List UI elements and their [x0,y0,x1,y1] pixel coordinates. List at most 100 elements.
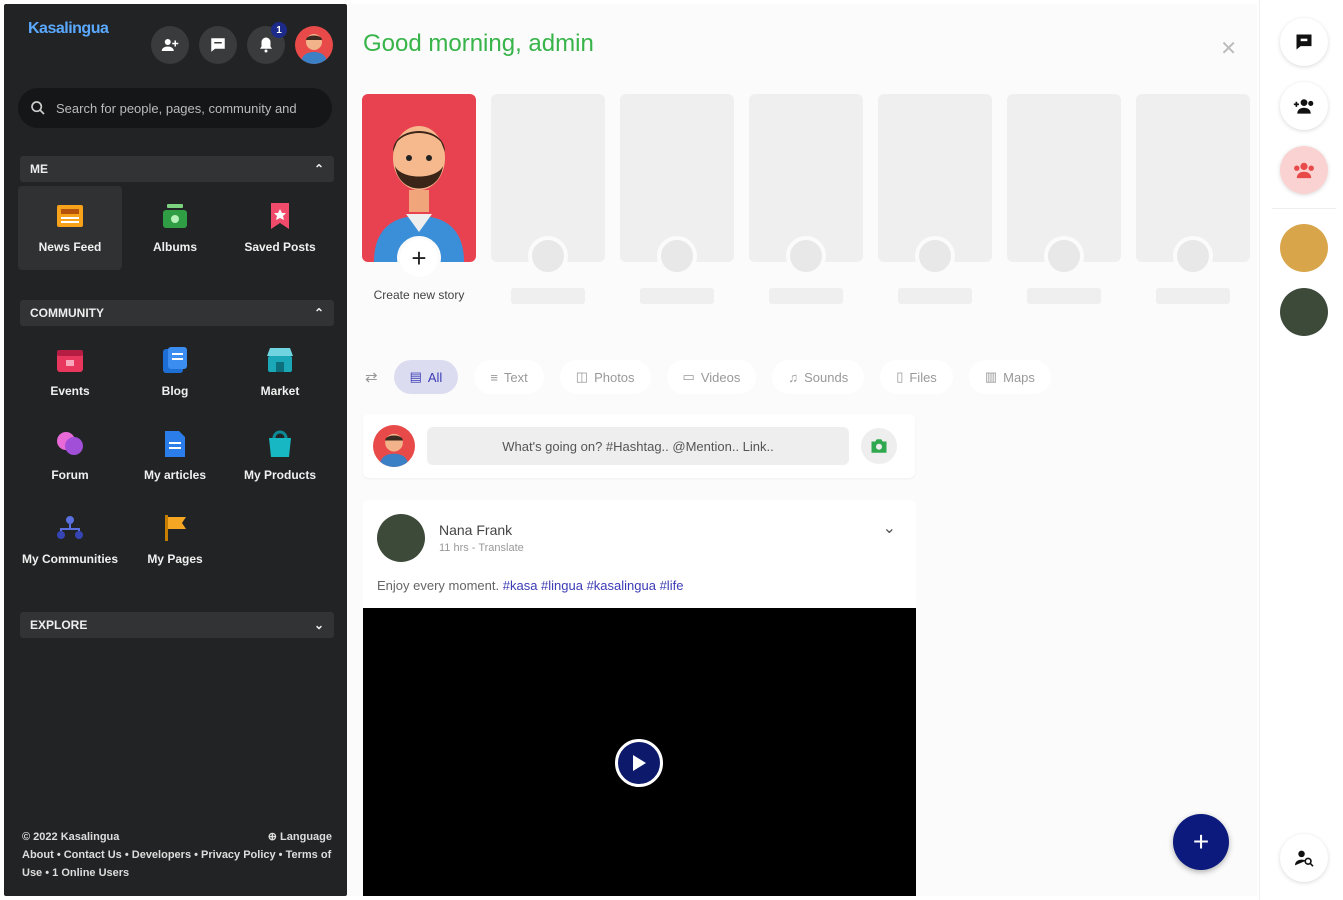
filter-files[interactable]: ▯ Files [880,360,953,394]
section-title-explore: EXPLORE [30,618,88,632]
nav-my-pages[interactable]: My Pages [123,498,227,582]
story-placeholder [878,94,992,304]
user-avatar[interactable] [295,26,333,64]
sidebar: Kasalingua 1 ME ⌃ News Feed Albums [4,4,347,896]
nav-news-feed[interactable]: News Feed [18,186,122,270]
avatar-man-icon [301,34,327,64]
filter-settings-icon[interactable]: ⇄ [365,368,378,386]
filter-maps[interactable]: ▥ Maps [968,360,1051,394]
rail-messages-button[interactable] [1280,18,1328,66]
nav-events[interactable]: Events [18,330,122,414]
messages-button[interactable] [199,26,237,64]
story-placeholder [1007,94,1121,304]
footer-links[interactable]: About • Contact Us • Developers • Privac… [22,846,332,882]
story-skeleton [1136,94,1250,276]
video-icon: ▭ [682,369,695,384]
nav-my-communities[interactable]: My Communities [18,498,122,582]
brand-logo[interactable]: Kasalingua [28,20,109,38]
search-input[interactable] [56,100,316,116]
rail-add-friend-button[interactable] [1280,82,1328,130]
add-photo-button[interactable] [861,428,897,464]
filter-text[interactable]: ≡ Text [474,360,544,394]
story-placeholder [1136,94,1250,304]
filter-all[interactable]: ▤ All [393,360,459,394]
filter-label: Photos [594,369,635,385]
composer-avatar [373,425,415,467]
filter-label: Sounds [804,369,849,385]
nav-my-articles[interactable]: My articles [123,414,227,498]
post-author-name[interactable]: Nana Frank [439,522,524,538]
notifications-button[interactable]: 1 [247,22,287,64]
filter-photos[interactable]: ◫ Photos [559,360,651,394]
hierarchy-icon [56,514,84,542]
chat-bubbles-icon [56,430,84,458]
chevron-up-icon: ⌃ [313,306,324,320]
nav-saved-posts[interactable]: Saved Posts [228,186,332,270]
contact-avatar[interactable] [1280,288,1328,336]
story-skeleton [491,94,605,276]
add-user-icon [161,39,179,51]
sidebar-footer: © 2022 Kasalingua ⊕ Language About • Con… [22,828,332,882]
search-icon [31,101,45,115]
post-body: Enjoy every moment. [377,578,500,593]
post-hashtags[interactable]: #kasa #lingua #kasalingua #life [503,578,684,593]
story-skeleton [1007,94,1121,276]
post-options-chevron-icon[interactable]: ⌄ [883,518,896,538]
create-story-card[interactable]: + [362,94,476,280]
filter-label: Text [503,369,528,385]
notification-badge: 1 [271,22,287,38]
contact-avatar[interactable] [1280,224,1328,272]
section-header-community[interactable]: COMMUNITY ⌃ [20,300,334,326]
rail-find-users-button[interactable] [1280,834,1328,882]
search-bar[interactable] [18,88,332,128]
rail-groups-button[interactable] [1280,146,1328,194]
create-story-label: Create new story [373,288,465,302]
text-icon: ≡ [490,369,498,385]
plus-icon: + [1192,826,1210,857]
nav-label: My articles [143,468,207,482]
message-icon [211,38,225,52]
create-post-fab[interactable]: + [1173,814,1229,870]
post-author-avatar[interactable] [377,514,425,562]
play-button[interactable] [615,739,663,787]
bookmark-icon [266,202,294,230]
nav-forum[interactable]: Forum [18,414,122,498]
nav-label: My Pages [147,552,203,566]
filter-videos[interactable]: ▭ Videos [666,360,757,394]
post-composer: What's going on? #Hashtag.. @Mention.. L… [363,414,915,478]
friend-requests-button[interactable] [151,26,189,64]
user-search-icon [1295,850,1314,867]
nav-my-products[interactable]: My Products [228,414,332,498]
close-icon[interactable]: ✕ [1220,36,1237,61]
nav-label: Albums [152,240,197,254]
document-icon: ▤ [409,369,422,384]
community-grid: Events Blog Market Forum My articles My … [18,330,332,582]
create-story[interactable]: + Create new story [362,94,476,304]
filter-sounds[interactable]: ♫ Sounds [772,360,865,394]
plus-icon: + [411,242,427,273]
album-icon [161,202,189,230]
filter-label: Videos [700,369,741,385]
language-link[interactable]: ⊕ Language [268,828,332,846]
section-header-me[interactable]: ME ⌃ [20,156,334,182]
chevron-up-icon: ⌃ [313,162,324,176]
filter-label: All [427,369,443,385]
nav-albums[interactable]: Albums [123,186,227,270]
section-header-explore[interactable]: EXPLORE ⌄ [20,612,334,638]
nav-label: Market [260,384,300,398]
play-icon [633,755,646,771]
rail-divider [1272,208,1336,209]
nav-blog[interactable]: Blog [123,330,227,414]
calendar-icon [56,346,84,374]
copyright-text: © 2022 Kasalingua [22,831,120,843]
section-title-me: ME [30,162,48,176]
nav-market[interactable]: Market [228,330,332,414]
add-story-button[interactable]: + [397,236,441,280]
composer-input[interactable]: What's going on? #Hashtag.. @Mention.. L… [427,427,849,465]
right-rail [1259,0,1343,900]
message-icon [1296,34,1312,50]
post-video[interactable] [363,608,916,896]
filter-label: Files [909,369,937,385]
nav-label: My Communities [21,552,118,566]
nav-label: Saved Posts [244,240,316,254]
